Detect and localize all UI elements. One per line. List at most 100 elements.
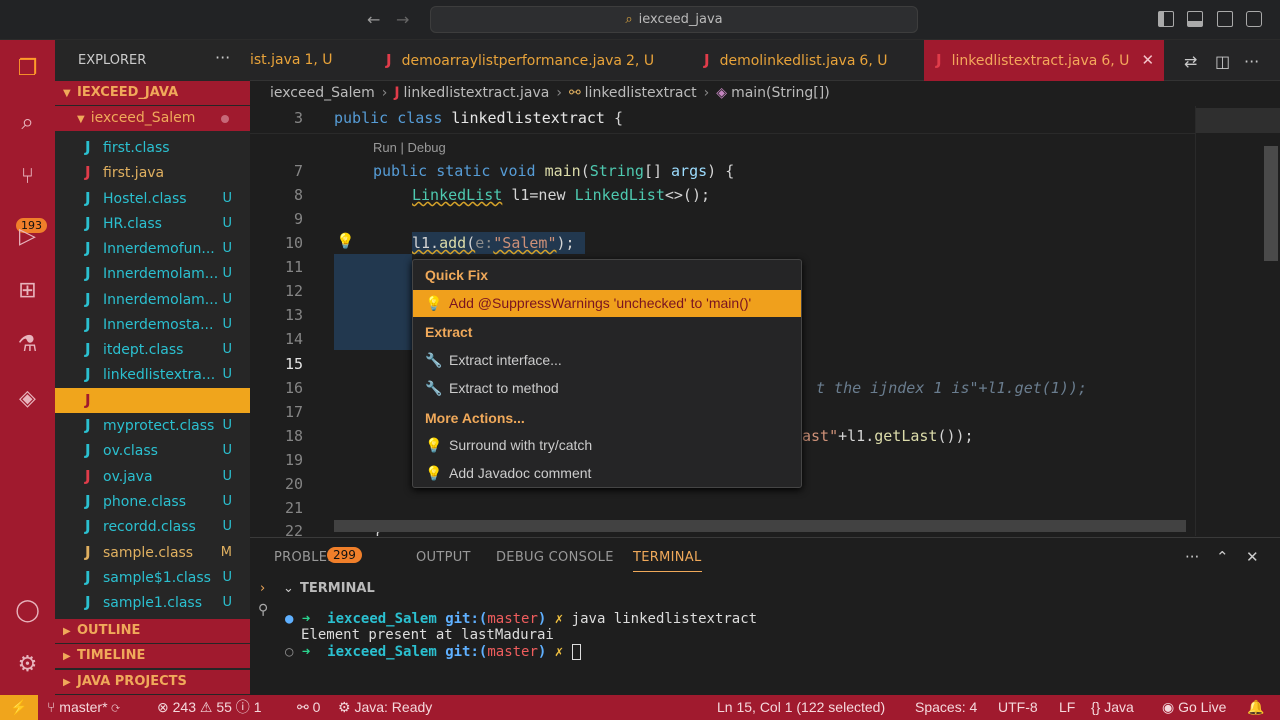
settings-gear-icon[interactable]: ⚙ <box>0 640 55 688</box>
notifications-bell-icon[interactable]: 🔔 <box>1247 695 1264 720</box>
account-icon[interactable]: ◯ <box>0 586 55 634</box>
extract-method-item[interactable]: 🔧 Extract to method <box>413 375 801 402</box>
file-item[interactable]: Jlinkedlistextra... U <box>55 362 250 387</box>
tab-terminal[interactable]: TERMINAL <box>633 550 702 572</box>
testing-icon[interactable]: ⚗ <box>0 320 55 368</box>
horizontal-scrollbar[interactable] <box>334 520 1186 532</box>
quick-fix-suppress-warnings[interactable]: 💡 Add @SuppressWarnings 'unchecked' to 'm… <box>413 290 801 317</box>
search-icon[interactable]: ⌕ <box>0 98 55 146</box>
end-of-line[interactable]: LF <box>1059 695 1075 720</box>
customize-layout-icon[interactable] <box>1246 11 1262 27</box>
file-item[interactable]: Jrecordd.class U <box>55 514 250 539</box>
file-item[interactable]: J HR.class U <box>55 211 250 236</box>
breadcrumb-method[interactable]: main(String[]) <box>731 85 830 101</box>
go-live-button[interactable]: ◉ Go Live <box>1162 695 1226 720</box>
prompt-arrow: ➜ <box>301 611 311 627</box>
file-name: myprotect.class <box>103 418 215 434</box>
split-editor-icon[interactable]: ◫ <box>1215 52 1230 71</box>
menu-item-label: Surround with try/catch <box>449 437 593 453</box>
file-item-selected[interactable]: J <box>55 388 250 413</box>
class-file-icon: J <box>85 492 91 510</box>
terminal-cursor[interactable] <box>571 644 581 660</box>
file-item[interactable]: Jphone.class U <box>55 489 250 514</box>
file-item[interactable]: Jov.java U <box>55 464 250 489</box>
class-file-icon: J <box>85 189 91 207</box>
toggle-panel-icon[interactable] <box>1187 11 1203 27</box>
file-item[interactable]: Jitdept.class U <box>55 337 250 362</box>
file-item[interactable]: J Innerdemofun... U <box>55 236 250 261</box>
file-item[interactable]: Jmyprotect.class U <box>55 413 250 438</box>
add-javadoc-item[interactable]: 💡 Add Javadoc comment <box>413 460 801 487</box>
file-item[interactable]: Jfirst.class <box>55 135 250 160</box>
run-debug-codelens[interactable]: Run | Debug <box>373 140 446 155</box>
file-item[interactable]: Jfirst.java <box>55 160 250 185</box>
toggle-sidebar-icon[interactable] <box>1158 11 1174 27</box>
encoding[interactable]: UTF-8 <box>998 695 1038 720</box>
more-actions-icon[interactable]: ··· <box>1185 548 1199 566</box>
tab-linkedlistextract[interactable]: Jlinkedlistextract.java 6, U ✕ <box>924 40 1164 81</box>
file-item[interactable]: Jov.class U <box>55 438 250 463</box>
source-control-icon[interactable]: ⑂ <box>0 152 55 200</box>
language-mode[interactable]: {} Java <box>1091 695 1134 720</box>
close-icon[interactable]: ✕ <box>1141 51 1154 69</box>
file-item[interactable]: J Innerdemolam... U <box>55 287 250 312</box>
breadcrumb-folder[interactable]: iexceed_Salem <box>270 85 375 101</box>
file-item[interactable]: J Hostel.class U <box>55 186 250 211</box>
tab-demoarraylistperformance[interactable]: Jdemoarraylistperformance.java 2, U <box>374 40 654 81</box>
forward-arrow-icon[interactable]: → <box>396 10 409 29</box>
tab-output[interactable]: OUTPUT <box>416 550 471 565</box>
java-projects-section[interactable]: ▶ JAVA PROJECTS <box>55 670 250 694</box>
python-icon[interactable]: ◈ <box>0 374 55 422</box>
ports-status[interactable]: ⚯ 0 <box>297 695 320 720</box>
breadcrumb-file[interactable]: linkedlistextract.java <box>404 85 550 101</box>
java-status[interactable]: ⚙ Java: Ready <box>338 695 432 720</box>
extract-interface-item[interactable]: 🔧 Extract interface... <box>413 347 801 374</box>
line-number: 16 <box>284 379 303 397</box>
branch-status[interactable]: ⑂ master* ⟳ <box>47 695 120 720</box>
modified-dot <box>221 115 229 123</box>
remote-indicator-icon[interactable]: ⚡ <box>0 695 38 720</box>
prompt-dot: ● <box>285 611 294 627</box>
timeline-section[interactable]: ▶ TIMELINE <box>55 644 250 668</box>
terminal-section-header[interactable]: › TERMINAL ⌄ <box>250 578 1280 600</box>
java-status-label: Java: Ready <box>354 699 433 715</box>
extensions-icon[interactable]: ⊞ <box>0 266 55 314</box>
more-actions-icon[interactable]: ··· <box>215 48 230 67</box>
breadcrumb-class[interactable]: linkedlistextract <box>585 85 697 101</box>
menu-item-label: Add @SuppressWarnings 'unchecked' to 'ma… <box>449 295 752 311</box>
workspace-root[interactable]: ▼ IEXCEED_JAVA <box>55 81 250 105</box>
file-item[interactable]: J Innerdemolam... U <box>55 261 250 286</box>
terminal-pin-icon[interactable]: ⚲ <box>258 602 268 618</box>
run-debug-icon[interactable]: ▷ <box>0 212 55 260</box>
toggle-secondary-sidebar-icon[interactable] <box>1217 11 1233 27</box>
lightbulb-icon[interactable]: 💡 <box>336 232 355 250</box>
more-actions-icon[interactable]: ··· <box>1244 52 1259 71</box>
chevron-right-icon: › <box>381 85 388 101</box>
method-name: add <box>439 234 467 252</box>
outline-section[interactable]: ▶ OUTLINE <box>55 619 250 643</box>
file-item[interactable]: Jsample$1.class U <box>55 565 250 590</box>
tab-list-java[interactable]: ist.java 1, U <box>250 40 333 81</box>
problems-status[interactable]: ⊗ 243 ⚠ 55 ⓘ 1 <box>157 695 261 720</box>
explorer-icon[interactable]: ❐ <box>0 44 55 92</box>
file-item[interactable]: J Innerdemosta... U <box>55 312 250 337</box>
indentation[interactable]: Spaces: 4 <box>915 695 977 720</box>
file-item[interactable]: Jsample1.class U <box>55 590 250 615</box>
vertical-scrollbar[interactable] <box>1264 146 1278 261</box>
tab-demolinkedlist[interactable]: Jdemolinkedlist.java 6, U <box>692 40 887 81</box>
tab-debug-console[interactable]: DEBUG CONSOLE <box>496 550 614 565</box>
project-folder[interactable]: ▼ iexceed_Salem <box>55 106 250 131</box>
close-panel-icon[interactable]: ✕ <box>1246 548 1259 566</box>
back-arrow-icon[interactable]: ← <box>367 10 380 29</box>
class-file-icon: J <box>85 593 91 611</box>
minimap-viewport[interactable] <box>1196 108 1280 133</box>
command-center-search[interactable]: ⌕ iexceed_java <box>430 6 918 33</box>
file-item[interactable]: Jsample.class M <box>55 540 250 565</box>
more-actions-header: More Actions... <box>425 410 525 426</box>
compare-changes-icon[interactable]: ⇄ <box>1184 52 1197 71</box>
maximize-panel-icon[interactable]: ⌃ <box>1216 548 1229 566</box>
surround-try-catch-item[interactable]: 💡 Surround with try/catch <box>413 432 801 459</box>
file-status: U <box>222 317 232 332</box>
cursor-position[interactable]: Ln 15, Col 1 (122 selected) <box>717 695 885 720</box>
sync-icon: ⟳ <box>111 699 120 715</box>
